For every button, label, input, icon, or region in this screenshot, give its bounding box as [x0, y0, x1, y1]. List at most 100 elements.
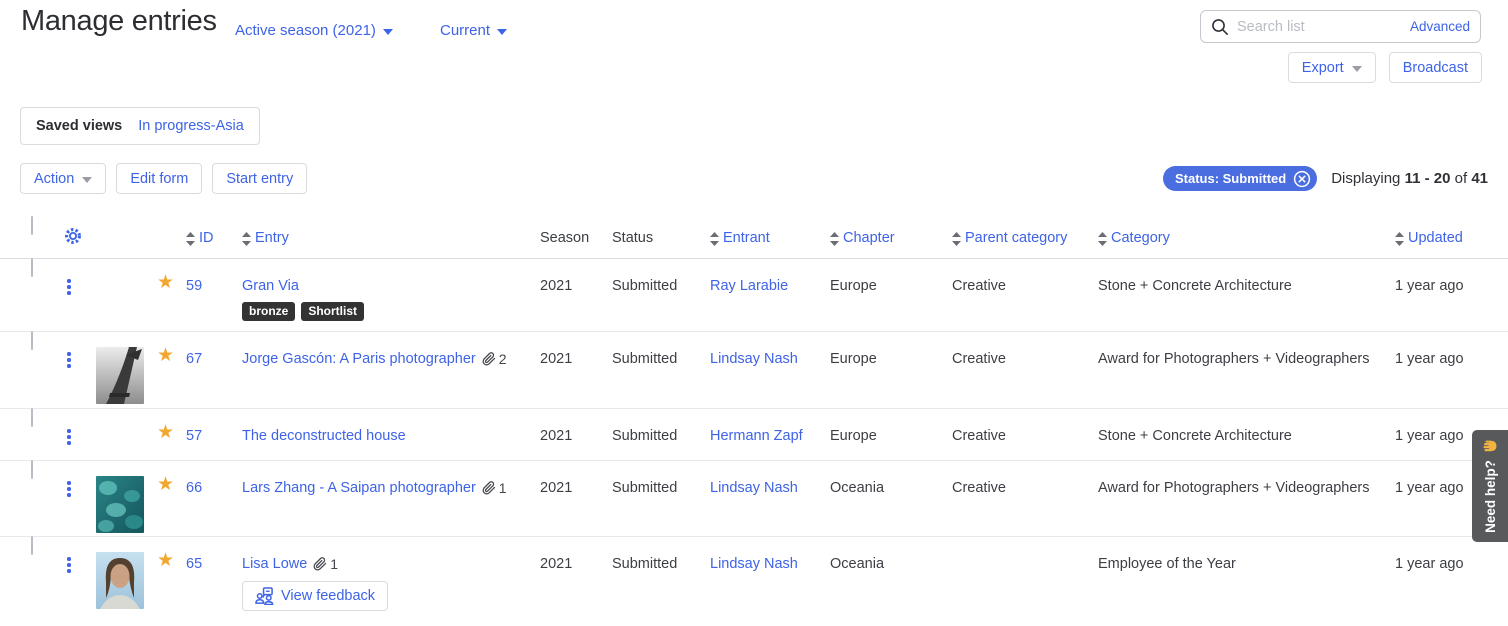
column-header-chapter[interactable]: Chapter: [830, 217, 952, 258]
column-header-season: Season: [540, 217, 612, 258]
attachment-count: 2: [482, 349, 507, 369]
entry-thumbnail[interactable]: [88, 537, 154, 626]
broadcast-button[interactable]: Broadcast: [1389, 52, 1482, 83]
parent-category-cell: Creative: [952, 259, 1098, 331]
entry-id-link[interactable]: 59: [186, 278, 202, 294]
remove-filter-icon[interactable]: [1293, 170, 1311, 188]
entry-title-link[interactable]: Gran Via: [242, 276, 299, 296]
row-checkbox[interactable]: [31, 536, 33, 555]
entrant-link[interactable]: Lindsay Nash: [710, 556, 798, 572]
saved-views-bar: Saved views In progress-Asia: [20, 107, 260, 145]
row-menu-kebab-icon[interactable]: [67, 461, 79, 497]
row-checkbox[interactable]: [31, 258, 33, 277]
status-cell: Submitted: [612, 259, 710, 331]
column-header-label: Entry: [255, 230, 289, 246]
entry-id-link[interactable]: 65: [186, 556, 202, 572]
entrant-link[interactable]: Lindsay Nash: [710, 480, 798, 496]
status-filter-chip[interactable]: Status: Submitted: [1163, 166, 1317, 191]
column-header-label: Category: [1111, 230, 1170, 246]
entry-title-link[interactable]: Lisa Lowe: [242, 554, 307, 574]
season-cell: 2021: [540, 461, 612, 536]
row-checkbox[interactable]: [31, 408, 33, 427]
chapter-cell: Oceania: [830, 537, 952, 626]
need-help-tab[interactable]: Need help?: [1472, 430, 1508, 542]
column-header-entrant[interactable]: Entrant: [710, 217, 830, 258]
column-header-label: Chapter: [843, 230, 895, 246]
column-header-label: Parent category: [965, 230, 1067, 246]
paperclip-icon: [482, 481, 496, 495]
entry-title-link[interactable]: Lars Zhang - A Saipan photographer: [242, 478, 476, 498]
saved-views-label: Saved views: [36, 118, 122, 134]
season-cell: 2021: [540, 409, 612, 460]
column-header-category[interactable]: Category: [1098, 217, 1395, 258]
select-all-checkbox[interactable]: [31, 216, 33, 235]
view-selector-label: Current: [440, 22, 490, 39]
entry-cell: Lisa Lowe 1 View feedback: [242, 537, 540, 626]
entry-thumbnail[interactable]: [88, 332, 154, 408]
row-menu-kebab-icon[interactable]: [67, 332, 79, 368]
pagination-summary: Displaying 11 - 20 of 41: [1331, 170, 1488, 187]
entry-title-link[interactable]: The deconstructed house: [242, 426, 406, 446]
entry-badge: bronze: [242, 302, 295, 321]
row-menu-kebab-icon[interactable]: [67, 537, 79, 573]
view-feedback-button[interactable]: View feedback: [242, 581, 388, 611]
column-header-parent-category[interactable]: Parent category: [952, 217, 1098, 258]
action-button[interactable]: Action: [20, 163, 106, 194]
season-cell: 2021: [540, 259, 612, 331]
category-cell: Award for Photographers + Videographers: [1098, 332, 1395, 408]
search-input[interactable]: [1237, 19, 1410, 35]
attachment-count-value: 1: [330, 554, 338, 574]
row-checkbox[interactable]: [31, 460, 33, 479]
season-cell: 2021: [540, 537, 612, 626]
favorite-star-icon[interactable]: ★: [154, 409, 186, 460]
saved-view-in-progress-asia[interactable]: In progress-Asia: [138, 118, 244, 134]
entry-title-link[interactable]: Jorge Gascón: A Paris photographer: [242, 349, 476, 369]
row-menu-kebab-icon[interactable]: [67, 259, 79, 295]
status-cell: Submitted: [612, 461, 710, 536]
parent-category-cell: [952, 537, 1098, 626]
favorite-star-icon[interactable]: ★: [154, 259, 186, 331]
column-header-entry[interactable]: Entry: [242, 217, 540, 258]
entry-thumbnail[interactable]: [88, 461, 154, 536]
entrant-link[interactable]: Lindsay Nash: [710, 351, 798, 367]
start-entry-button[interactable]: Start entry: [212, 163, 307, 194]
entry-id-link[interactable]: 66: [186, 480, 202, 496]
status-cell: Submitted: [612, 332, 710, 408]
sort-icon: [186, 232, 195, 246]
page-title: Manage entries: [21, 5, 217, 38]
entry-id-link[interactable]: 57: [186, 428, 202, 444]
feedback-icon: [255, 587, 274, 605]
sort-icon: [242, 232, 251, 246]
chapter-cell: Europe: [830, 259, 952, 331]
row-menu-kebab-icon[interactable]: [67, 409, 79, 445]
column-header-status: Status: [612, 217, 710, 258]
advanced-search-link[interactable]: Advanced: [1410, 19, 1470, 34]
export-button[interactable]: Export: [1288, 52, 1376, 83]
category-cell: Award for Photographers + Videographers: [1098, 461, 1395, 536]
column-header-updated[interactable]: Updated: [1395, 217, 1488, 258]
pagination-total: 41: [1471, 170, 1488, 187]
entry-cell: Lars Zhang - A Saipan photographer 1: [242, 461, 540, 536]
edit-form-button[interactable]: Edit form: [116, 163, 202, 194]
table-row: ★ 66 Lars Zhang - A Saipan photographer …: [0, 461, 1508, 537]
favorite-star-icon[interactable]: ★: [154, 461, 186, 536]
entrant-link[interactable]: Hermann Zapf: [710, 428, 803, 444]
chapter-cell: Europe: [830, 409, 952, 460]
search-box[interactable]: Advanced: [1200, 10, 1481, 43]
column-header-id[interactable]: ID: [186, 217, 242, 258]
table-row: ★ 67 Jorge Gascón: A Paris photographer …: [0, 332, 1508, 409]
row-checkbox[interactable]: [31, 331, 33, 350]
search-icon: [1211, 18, 1229, 36]
need-help-label: Need help?: [1483, 460, 1498, 533]
season-selector[interactable]: Active season (2021): [235, 22, 393, 39]
list-toolbar: Action Edit form Start entry Status: Sub…: [20, 163, 1488, 194]
column-settings-button[interactable]: [54, 217, 88, 258]
favorite-star-icon[interactable]: ★: [154, 537, 186, 626]
entrant-link[interactable]: Ray Larabie: [710, 278, 788, 294]
favorite-star-icon[interactable]: ★: [154, 332, 186, 408]
view-selector[interactable]: Current: [440, 22, 507, 39]
entry-id-link[interactable]: 67: [186, 351, 202, 367]
chapter-cell: Europe: [830, 332, 952, 408]
category-cell: Employee of the Year: [1098, 537, 1395, 626]
gear-icon: [63, 226, 83, 246]
